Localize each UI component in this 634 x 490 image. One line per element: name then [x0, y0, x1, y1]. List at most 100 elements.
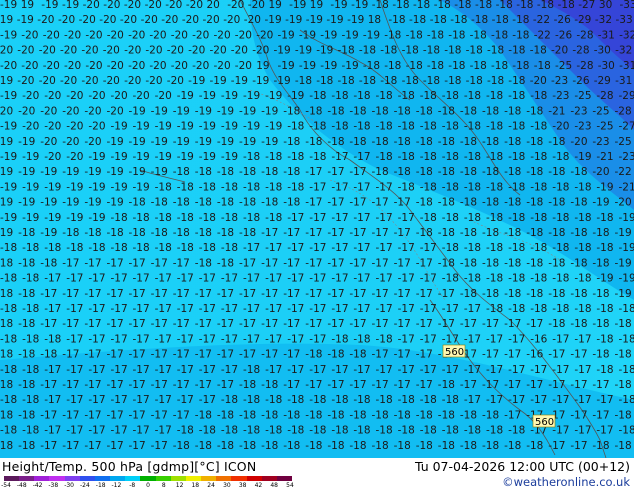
temp-label: -20 [141, 14, 158, 26]
temp-label: -17 [261, 349, 278, 361]
temp-label: -17 [486, 364, 503, 376]
temp-label: -18 [530, 181, 547, 193]
temp-label: -17 [309, 364, 326, 376]
color-scale-ticks: -54 -48 -42 -38 -30 -24 -18 -12 -8 0 8 12 18 24 30 38 42… [1, 482, 296, 490]
temp-label: -19 [155, 121, 172, 133]
temp-label: -20 [128, 29, 145, 41]
temp-label: -17 [173, 288, 190, 300]
temp-label: -17 [283, 379, 300, 391]
temp-label: -19 [289, 0, 306, 11]
temp-label: -17 [309, 303, 326, 315]
temp-label: -17 [394, 288, 411, 300]
scale-swatch [94, 476, 111, 481]
temp-label: -19 [274, 45, 291, 57]
valid-time: Tu 07-04-2026 12:00 UTC (00+12) [414, 459, 630, 474]
temp-label: -17 [283, 318, 300, 330]
temp-label: -18 [287, 425, 304, 437]
temp-label: -20 [244, 14, 261, 26]
temp-label: -17 [221, 273, 238, 285]
temp-label: -18 [22, 242, 39, 254]
temp-label: -18 [496, 0, 513, 11]
temp-label: -19 [40, 197, 57, 209]
temp-label: -20 [62, 105, 79, 117]
temp-label: -18 [470, 60, 487, 72]
temp-label: -17 [62, 257, 79, 269]
temp-label: -17 [442, 333, 459, 345]
temp-label: -18 [464, 90, 481, 102]
scale-swatch [125, 476, 141, 481]
temp-label: -17 [243, 303, 260, 315]
temp-label: -17 [40, 409, 57, 421]
temp-label: -19 [243, 90, 260, 102]
temp-label: -18 [548, 318, 565, 330]
temp-label: -19 [111, 121, 128, 133]
temp-label: -18 [221, 425, 238, 437]
temp-label: -19 [316, 45, 333, 57]
temp-label: -18 [416, 136, 433, 148]
temp-label: -18 [442, 151, 459, 163]
temp-label: -17 [420, 303, 437, 315]
temp-label: -17 [394, 379, 411, 391]
temp-label: -18 [155, 212, 172, 224]
temp-label: -18 [530, 151, 547, 163]
temp-label: -17 [464, 394, 481, 406]
temp-label: -20 [62, 136, 79, 148]
temp-label: -19 [596, 181, 613, 193]
temp-label: -18 [592, 349, 609, 361]
temp-label: -17 [221, 364, 238, 376]
temp-label: -18 [372, 136, 389, 148]
temp-label: -19 [619, 273, 634, 285]
temp-label: -18 [442, 394, 459, 406]
temp-label: -18 [349, 105, 366, 117]
site-credit[interactable]: ©weatheronline.co.uk [502, 475, 630, 489]
temp-label: -17 [394, 227, 411, 239]
temp-label: -17 [88, 303, 105, 315]
temp-label: -17 [283, 288, 300, 300]
temp-label: -18 [423, 45, 440, 57]
temp-label: -18 [217, 227, 234, 239]
temp-label: -18 [221, 394, 238, 406]
temp-label: -17 [309, 242, 326, 254]
temp-label: -18 [416, 166, 433, 178]
scale-swatch [64, 476, 80, 481]
temp-label: -18 [287, 394, 304, 406]
temp-label: -18 [309, 121, 326, 133]
temp-label: -19 [22, 181, 39, 193]
temp-label: -19 [133, 151, 150, 163]
temp-label: -17 [62, 440, 79, 452]
temp-label: -18 [199, 242, 216, 254]
temp-label: -17 [66, 273, 83, 285]
temp-label: -20 [235, 29, 252, 41]
temp-label: -18 [239, 166, 256, 178]
temp-label: -20 [44, 90, 61, 102]
temp-label: -18 [464, 181, 481, 193]
temp-label: -17 [420, 364, 437, 376]
temp-label: -20 [186, 0, 203, 11]
temp-label: -17 [353, 273, 370, 285]
temp-label: -18 [22, 333, 39, 345]
color-scale-bar [4, 476, 292, 481]
temp-label: -18 [552, 151, 569, 163]
temp-label: -18 [464, 121, 481, 133]
temp-label: -18 [482, 288, 499, 300]
temp-label: -17 [265, 273, 282, 285]
temp-label: -19 [295, 45, 312, 57]
temp-label: -20 [256, 29, 273, 41]
temp-label: -20 [231, 45, 248, 57]
temp-label: -18 [416, 105, 433, 117]
temp-label: -19 [88, 151, 105, 163]
temp-label: -18 [18, 257, 35, 269]
temp-label: -18 [406, 29, 423, 41]
temp-label: -18 [508, 90, 525, 102]
temp-label: -22 [615, 166, 632, 178]
temp-label: -20 [214, 29, 231, 41]
temp-label: -18 [423, 75, 440, 87]
temp-label: -17 [372, 227, 389, 239]
temp-label: -17 [530, 364, 547, 376]
temp-label: -22 [533, 14, 550, 26]
temp-label: -18 [111, 212, 128, 224]
temp-label: -20 [81, 45, 98, 57]
temp-label: -18 [570, 227, 587, 239]
temp-label: -18 [420, 181, 437, 193]
temp-label: -17 [482, 349, 499, 361]
